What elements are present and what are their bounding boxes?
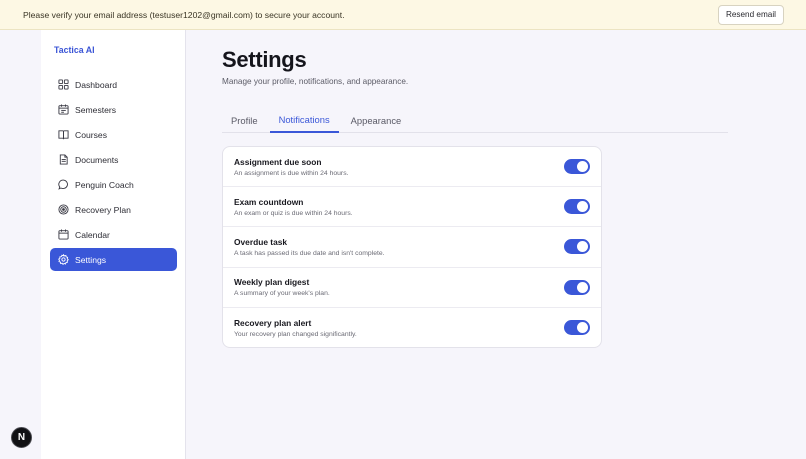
sidebar: Tactica AI Dashboard Semesters Courses D… [41, 30, 186, 459]
notification-row-exam-countdown: Exam countdown An exam or quiz is due wi… [223, 187, 601, 228]
toggle-knob [577, 281, 588, 293]
sidebar-item-label: Dashboard [75, 79, 118, 90]
sidebar-item-label: Documents [75, 154, 119, 165]
notification-title: Overdue task [234, 236, 288, 247]
toggle-knob [577, 322, 588, 334]
sidebar-item-documents[interactable]: Documents [50, 148, 177, 171]
sidebar-item-label: Recovery Plan [75, 204, 131, 215]
notification-row-overdue-task: Overdue task A task has passed its due d… [223, 227, 601, 268]
tab-profile[interactable]: Profile [222, 108, 267, 133]
sidebar-item-label: Calendar [75, 229, 110, 240]
toggle-knob [577, 201, 588, 213]
weekly-digest-toggle[interactable] [564, 279, 590, 295]
target-icon [58, 204, 69, 215]
assignment-due-toggle[interactable] [564, 159, 590, 175]
document-icon [58, 154, 69, 165]
notification-text: Weekly plan digest A summary of your wee… [234, 277, 330, 297]
dashboard-icon [58, 79, 69, 90]
notification-text: Recovery plan alert Your recovery plan c… [234, 318, 357, 338]
sidebar-item-calendar[interactable]: Calendar [50, 223, 177, 246]
calendar-icon [58, 229, 69, 240]
sidebar-item-label: Courses [75, 129, 107, 140]
sidebar-item-dashboard[interactable]: Dashboard [50, 73, 177, 96]
dev-tools-badge[interactable]: N [11, 427, 32, 448]
notification-description: A summary of your week's plan. [234, 290, 330, 298]
chat-bubble-icon [58, 179, 69, 190]
recovery-alert-toggle[interactable] [564, 320, 590, 336]
toggle-knob [577, 241, 588, 253]
main-content: Settings Manage your profile, notificati… [186, 30, 806, 459]
sidebar-item-recovery-plan[interactable]: Recovery Plan [50, 198, 177, 221]
notification-title: Weekly plan digest [234, 277, 310, 288]
settings-tabs: Profile Notifications Appearance [222, 108, 728, 133]
notification-description: A task has passed its due date and isn't… [234, 249, 385, 257]
sidebar-item-label: Semesters [75, 104, 117, 115]
sidebar-item-label: Penguin Coach [75, 179, 134, 190]
resend-email-button[interactable]: Resend email [717, 4, 784, 25]
notification-title: Exam countdown [234, 196, 304, 207]
brand-logo[interactable]: Tactica AI [54, 45, 95, 55]
notification-title: Assignment due soon [234, 156, 322, 167]
notification-description: Your recovery plan changed significantly… [234, 330, 357, 338]
left-gutter [0, 30, 41, 459]
page-subtitle: Manage your profile, notifications, and … [222, 77, 409, 86]
exam-countdown-toggle[interactable] [564, 199, 590, 215]
verify-email-banner: Please verify your email address (testus… [0, 0, 806, 30]
notifications-card: Assignment due soon An assignment is due… [222, 146, 602, 348]
notification-row-recovery-alert: Recovery plan alert Your recovery plan c… [223, 308, 601, 347]
notification-row-assignment-due: Assignment due soon An assignment is due… [223, 147, 601, 188]
notification-description: An exam or quiz is due within 24 hours. [234, 209, 353, 217]
notification-description: An assignment is due within 24 hours. [234, 169, 349, 177]
tab-appearance[interactable]: Appearance [342, 108, 411, 133]
book-icon [58, 129, 69, 140]
notification-text: Overdue task A task has passed its due d… [234, 237, 385, 257]
verify-email-message: Please verify your email address (testus… [23, 9, 345, 20]
sidebar-nav: Dashboard Semesters Courses Documents Pe… [50, 73, 177, 273]
sidebar-item-penguin-coach[interactable]: Penguin Coach [50, 173, 177, 196]
notification-text: Exam countdown An exam or quiz is due wi… [234, 197, 353, 217]
notification-row-weekly-digest: Weekly plan digest A summary of your wee… [223, 268, 601, 308]
overdue-task-toggle[interactable] [564, 239, 590, 255]
toggle-knob [577, 161, 588, 173]
page-title: Settings [222, 47, 307, 72]
gear-icon [58, 254, 69, 265]
sidebar-item-semesters[interactable]: Semesters [50, 98, 177, 121]
sidebar-item-courses[interactable]: Courses [50, 123, 177, 146]
notification-text: Assignment due soon An assignment is due… [234, 157, 348, 177]
calendar-grid-icon [58, 104, 69, 115]
tab-notifications[interactable]: Notifications [269, 108, 339, 133]
notification-title: Recovery plan alert [234, 317, 312, 328]
sidebar-item-label: Settings [75, 254, 107, 265]
sidebar-item-settings[interactable]: Settings [50, 248, 177, 271]
